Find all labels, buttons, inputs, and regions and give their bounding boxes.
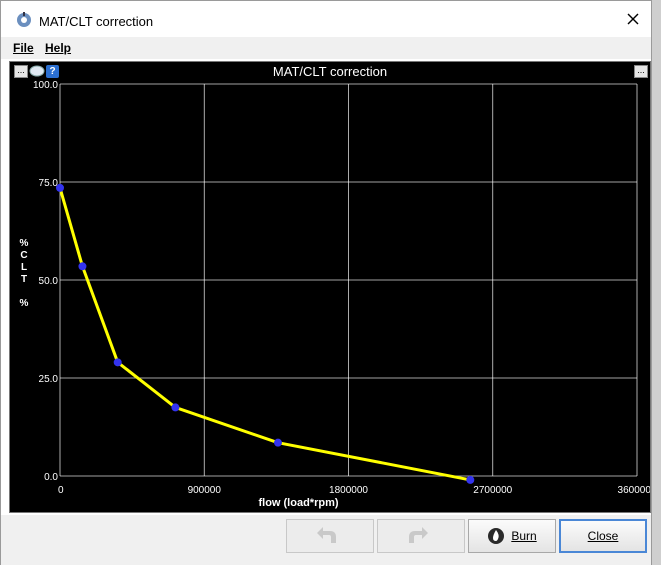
y-axis-label-char: T	[21, 274, 27, 285]
y-axis-label-char: L	[21, 262, 27, 273]
y-axis-label-char: %	[20, 298, 29, 309]
data-point[interactable]	[171, 403, 180, 412]
button-bar: Burn Close	[1, 515, 651, 565]
chart-background	[10, 80, 650, 512]
data-point[interactable]	[56, 183, 64, 192]
panel-header: ... ? MAT/CLT correction ...	[10, 62, 650, 80]
background-window-edge	[652, 0, 661, 565]
burn-label: Burn	[511, 529, 537, 543]
panel-title: MAT/CLT correction	[272, 64, 388, 79]
undo-icon	[317, 527, 336, 543]
redo-button	[377, 519, 465, 553]
x-tick-label: 900000	[188, 485, 222, 496]
close-window-icon[interactable]	[625, 11, 641, 27]
y-tick-label: 50.0	[39, 276, 59, 287]
close-label: Close	[587, 529, 619, 543]
correction-window: MAT/CLT correction File Help ... ? MAT/C…	[0, 0, 652, 565]
y-axis-label-char: C	[20, 250, 27, 261]
data-point[interactable]	[466, 475, 475, 484]
x-tick-label: 1800000	[329, 485, 368, 496]
app-icon	[17, 12, 31, 27]
curve-panel: ... ? MAT/CLT correction ... 0 900000 1800…	[9, 61, 651, 513]
x-tick-label: 0	[58, 485, 64, 496]
data-point[interactable]	[273, 438, 282, 447]
y-tick-label: 0.0	[44, 472, 58, 483]
x-tick-label: 2700000	[473, 485, 512, 496]
close-button[interactable]: Close	[559, 519, 647, 553]
x-axis-label: flow (load*rpm)	[258, 497, 338, 509]
title-bar: MAT/CLT correction	[1, 1, 651, 35]
y-tick-label: 75.0	[39, 178, 59, 189]
y-tick-label: 100.0	[33, 80, 58, 91]
x-tick-label: 3600000	[618, 485, 650, 496]
panel-expand-button[interactable]: ...	[634, 65, 648, 78]
data-point[interactable]	[113, 358, 122, 367]
undo-button	[286, 519, 374, 553]
menu-help[interactable]: Help	[45, 41, 71, 55]
menu-bar: File Help	[1, 37, 651, 59]
menu-file[interactable]: File	[13, 41, 34, 55]
y-axis-label-char: %	[20, 238, 29, 249]
burn-button[interactable]: Burn	[468, 519, 556, 553]
y-tick-label: 25.0	[39, 374, 59, 385]
flame-icon	[488, 528, 505, 544]
window-title: MAT/CLT correction	[39, 14, 154, 29]
curve-chart[interactable]: 0 900000 1800000 2700000 3600000 100.0 75.0 50.…	[10, 80, 650, 512]
redo-icon	[409, 527, 428, 543]
data-point[interactable]	[78, 262, 87, 271]
